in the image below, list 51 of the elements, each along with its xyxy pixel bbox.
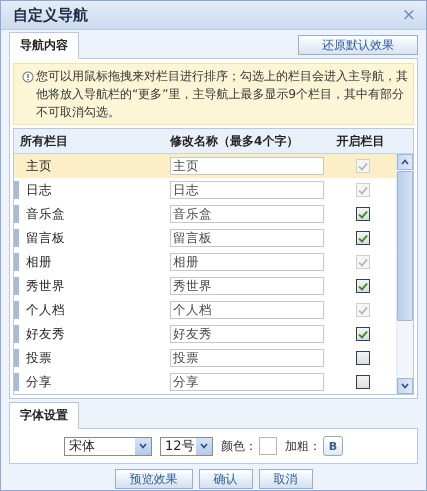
checkbox[interactable] bbox=[356, 231, 370, 245]
scroll-up-icon[interactable] bbox=[401, 159, 409, 165]
checkbox[interactable] bbox=[356, 207, 370, 221]
color-label: 颜色： bbox=[221, 438, 257, 454]
dialog-button[interactable]: 预览效果 bbox=[114, 469, 192, 489]
checkbox[interactable] bbox=[356, 351, 370, 365]
column-name: 主页 bbox=[25, 158, 53, 174]
caret-icon bbox=[135, 438, 151, 454]
column-name: 音乐盒 bbox=[25, 206, 66, 222]
column-header: 修改名称（最多4个字） bbox=[170, 132, 300, 150]
drag-handle[interactable] bbox=[14, 373, 19, 391]
column-name: 留言板 bbox=[25, 230, 66, 246]
column-name: 分享 bbox=[25, 374, 53, 390]
input-field[interactable]: 音乐盒 bbox=[170, 205, 324, 223]
drag-handle[interactable] bbox=[14, 325, 19, 343]
checkbox[interactable] bbox=[356, 327, 370, 341]
drag-handle[interactable] bbox=[14, 349, 19, 367]
column-header: 所有栏目 bbox=[20, 132, 69, 150]
font-family-select[interactable]: 宋体 bbox=[64, 436, 152, 456]
caret-icon bbox=[196, 438, 212, 454]
window-title: 自定义导航 bbox=[13, 6, 88, 24]
notice-text: 您可以用鼠标拖拽来对栏目进行排序；勾选上的栏目会进入主导航，其他将放入导航栏的“更多”里，主导航上最多显示9个栏目，其中有部分不可取消勾选。 bbox=[36, 68, 409, 121]
input-field[interactable]: 投票 bbox=[170, 349, 324, 367]
tab[interactable]: 导航内容 bbox=[9, 32, 79, 59]
column-header: 开启栏目 bbox=[336, 132, 386, 150]
tab[interactable]: 字体设置 bbox=[9, 402, 79, 429]
checkbox[interactable] bbox=[356, 375, 370, 389]
scrollbar[interactable] bbox=[396, 154, 413, 394]
column-name: 秀世界 bbox=[25, 278, 66, 294]
column-name: 投票 bbox=[25, 350, 53, 366]
column-name: 好友秀 bbox=[25, 326, 66, 342]
input-field[interactable]: 秀世界 bbox=[170, 277, 324, 295]
bold-label: 加粗： bbox=[285, 438, 321, 454]
dialog-button[interactable]: 确认 bbox=[198, 469, 252, 489]
scroll-down-icon[interactable] bbox=[401, 383, 409, 389]
column-name: 日志 bbox=[25, 182, 53, 198]
drag-handle[interactable] bbox=[14, 277, 19, 295]
column-name: 个人档 bbox=[25, 302, 66, 318]
restore-default-button[interactable]: 还原默认效果 bbox=[298, 35, 418, 55]
input-field[interactable]: 留言板 bbox=[170, 229, 324, 247]
column-name: 相册 bbox=[25, 254, 53, 270]
font-size-select[interactable]: 12号 bbox=[160, 436, 213, 456]
drag-handle[interactable] bbox=[14, 229, 19, 247]
info-icon bbox=[22, 71, 34, 83]
drag-handle[interactable] bbox=[14, 205, 19, 223]
input-field[interactable]: 分享 bbox=[170, 373, 324, 391]
checkbox[interactable] bbox=[356, 279, 370, 293]
input-field[interactable]: 好友秀 bbox=[170, 325, 324, 343]
dialog-button[interactable]: 取消 bbox=[258, 469, 312, 489]
color-swatch[interactable] bbox=[259, 437, 277, 455]
bold-button[interactable]: B bbox=[323, 436, 343, 456]
